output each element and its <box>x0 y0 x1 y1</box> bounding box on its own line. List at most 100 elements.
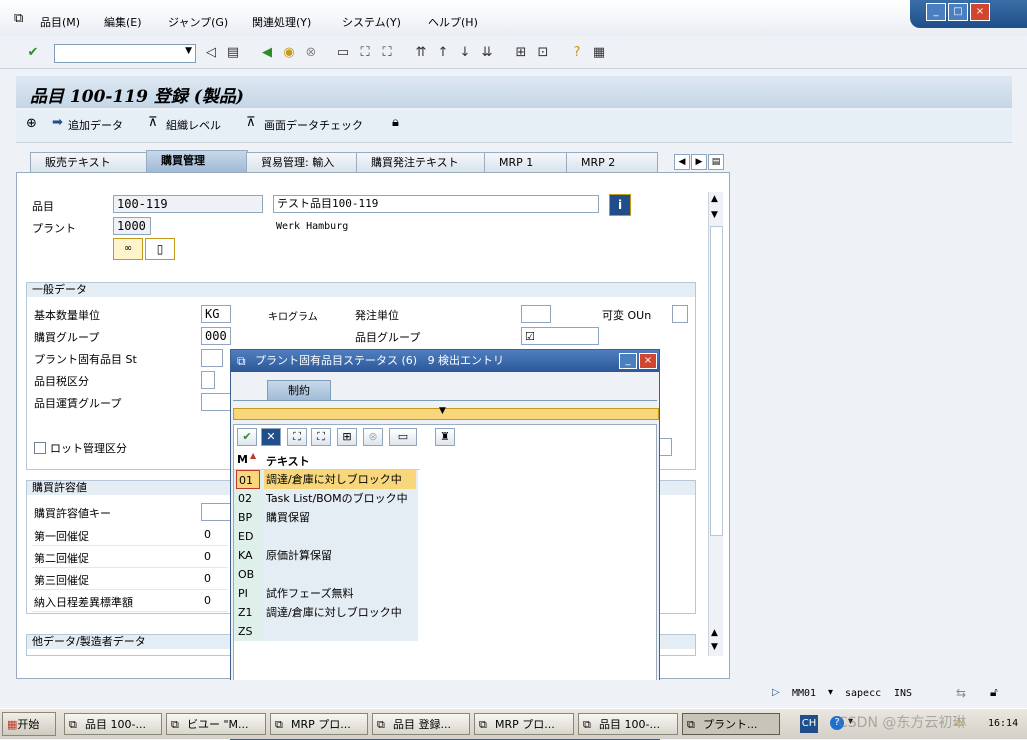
document-icon[interactable]: ▯ <box>145 238 175 260</box>
batch-management-checkbox[interactable] <box>34 442 46 454</box>
tab-restrictions[interactable]: 制約 <box>267 380 331 401</box>
scroll-down-icon[interactable]: ▼ <box>711 210 718 220</box>
check-screen-data-button[interactable]: 画面データチェック <box>264 117 363 133</box>
list-item[interactable]: Z1 調達/倉庫に対しブロック中 <box>234 603 420 622</box>
taskbar-item[interactable]: ⧉ 品目 100-... <box>578 713 678 735</box>
menu-help[interactable]: ヘルプ(H) <box>428 14 478 30</box>
new-session-icon[interactable]: ⊞ <box>512 44 530 62</box>
cancel-icon[interactable]: ✕ <box>261 428 281 446</box>
material-field[interactable]: 100-119 <box>113 195 263 213</box>
info-icon[interactable]: i <box>609 194 631 216</box>
base-uom-field[interactable]: KG <box>201 305 231 323</box>
plant-field[interactable]: 1000 <box>113 217 151 235</box>
purchasing-group-field[interactable]: 000 <box>201 327 231 345</box>
dropdown-arrow-icon[interactable]: ▾ <box>828 687 833 698</box>
status-expand-icon[interactable]: ▷ <box>772 687 780 698</box>
back-icon[interactable]: ◀ <box>258 44 276 62</box>
window-menu-icon[interactable]: ⧉ <box>237 350 246 372</box>
popup-close-button[interactable]: × <box>639 353 657 369</box>
list-item[interactable]: PI 試作フェーズ無料 <box>234 584 420 603</box>
tab-po-text[interactable]: 購買発注テキスト <box>356 152 486 172</box>
exit-icon[interactable]: ◉ <box>280 44 298 62</box>
tab-foreign-trade-import[interactable]: 貿易管理: 輸入 <box>246 152 358 172</box>
tab-list-icon[interactable]: ▤ <box>708 154 724 170</box>
tab-purchasing[interactable]: 購買管理 <box>146 150 248 172</box>
menu-system[interactable]: システム(Y) <box>342 14 401 30</box>
find-icon[interactable]: ⛶ <box>287 428 307 446</box>
enter-icon[interactable]: ✔ <box>24 44 42 62</box>
tolerance-key-field[interactable] <box>201 503 231 521</box>
plant-status-field[interactable] <box>201 349 223 367</box>
tab-right-icon[interactable]: ▶ <box>691 154 707 170</box>
shortcut-icon[interactable]: ⊡ <box>534 44 552 62</box>
unlock-icon[interactable]: 🔓︎ <box>990 685 998 700</box>
cancel-icon[interactable]: ⊗ <box>302 44 320 62</box>
list-item[interactable]: ZS <box>234 622 420 641</box>
tab-sales-text[interactable]: 販売テキスト <box>30 152 148 172</box>
menu-extras[interactable]: 関連処理(Y) <box>252 14 311 30</box>
close-button[interactable]: × <box>970 3 990 21</box>
column-text-header[interactable]: テキスト <box>266 453 310 469</box>
personal-list-icon[interactable]: ♜ <box>435 428 455 446</box>
print-icon[interactable]: ▭ <box>334 44 352 62</box>
material-group-field[interactable]: ☑ <box>521 327 599 345</box>
previous-page-icon[interactable]: ↑ <box>434 44 452 62</box>
glasses-icon[interactable]: ∞ <box>113 238 143 260</box>
scroll-thumb[interactable] <box>710 226 723 536</box>
taskbar-item[interactable]: ⧉ MRP プロ... <box>270 713 368 735</box>
list-item[interactable]: KA 原価計算保留 <box>234 546 420 565</box>
menu-material[interactable]: 品目(M) <box>40 14 80 30</box>
dropdown-arrow-icon[interactable]: ▼ <box>185 46 192 56</box>
scroll-up-icon[interactable]: ▲ <box>711 194 718 204</box>
column-code-header[interactable]: M <box>237 453 248 466</box>
taskbar-item[interactable]: ⧉ 品目 100-... <box>64 713 162 735</box>
freight-group-field[interactable] <box>201 393 231 411</box>
print-icon[interactable]: ▭ <box>389 428 417 446</box>
find-next-icon[interactable]: ⛶ <box>378 44 396 62</box>
vertical-scrollbar[interactable]: ▲ ▼ ▲ ▼ <box>708 192 723 656</box>
lock-icon[interactable]: 🔒︎ <box>392 115 399 130</box>
menu-goto[interactable]: ジャンプ(G) <box>168 14 228 30</box>
filter-icon[interactable]: ⊛ <box>363 428 383 446</box>
tax-indicator-field[interactable] <box>201 371 215 389</box>
expand-arrow-icon[interactable]: ▼ <box>439 406 446 416</box>
add-data-button[interactable]: 追加データ <box>68 117 123 133</box>
order-unit-field[interactable] <box>521 305 551 323</box>
list-item[interactable]: 02 Task List/BOMのブロック中 <box>234 489 420 508</box>
select-views-icon[interactable]: ⊕ <box>26 116 37 131</box>
variable-order-unit-field[interactable] <box>672 305 688 323</box>
back-arrow-icon[interactable]: ◁ <box>202 44 220 62</box>
help-icon[interactable]: ? <box>568 44 586 62</box>
tab-mrp2[interactable]: MRP 2 <box>566 152 658 172</box>
language-indicator[interactable]: CH <box>800 715 818 733</box>
scroll-down-icon[interactable]: ▼ <box>711 642 718 652</box>
first-page-icon[interactable]: ⇈ <box>412 44 430 62</box>
org-levels-button[interactable]: 組織レベル <box>166 117 221 133</box>
last-page-icon[interactable]: ⇊ <box>478 44 496 62</box>
save-icon[interactable]: ▤ <box>224 44 242 62</box>
find-next-icon[interactable]: ⛶ <box>311 428 331 446</box>
find-icon[interactable]: ⛶ <box>356 44 374 62</box>
list-item[interactable]: OB <box>234 565 420 584</box>
minimize-button[interactable]: _ <box>926 3 946 21</box>
customize-layout-icon[interactable]: ▦ <box>590 44 608 62</box>
start-button[interactable]: ▦开始 <box>2 712 56 736</box>
next-page-icon[interactable]: ↓ <box>456 44 474 62</box>
taskbar-item[interactable]: ⧉ 品目 登録... <box>372 713 470 735</box>
tab-left-icon[interactable]: ◀ <box>674 154 690 170</box>
scroll-up-icon[interactable]: ▲ <box>711 628 718 638</box>
sort-icon[interactable]: ⊞ <box>337 428 357 446</box>
menu-edit[interactable]: 編集(E) <box>104 14 142 30</box>
restriction-toggle[interactable]: ▼ <box>233 406 659 420</box>
maximize-button[interactable]: □ <box>948 3 968 21</box>
tab-mrp1[interactable]: MRP 1 <box>484 152 568 172</box>
popup-minimize-button[interactable]: _ <box>619 353 637 369</box>
taskbar-item[interactable]: ⧉ ビユー "M... <box>166 713 266 735</box>
material-description-field[interactable]: テスト品目100-119 <box>273 195 599 213</box>
taskbar-item[interactable]: ⧉ MRP プロ... <box>474 713 574 735</box>
window-menu-icon[interactable]: ⧉ <box>14 11 23 26</box>
confirm-icon[interactable]: ✔ <box>237 428 257 446</box>
list-item[interactable]: ED <box>234 527 420 546</box>
list-item[interactable]: 01 調達/倉庫に対しブロック中 <box>234 470 420 489</box>
command-field[interactable]: ▼ <box>54 44 196 63</box>
